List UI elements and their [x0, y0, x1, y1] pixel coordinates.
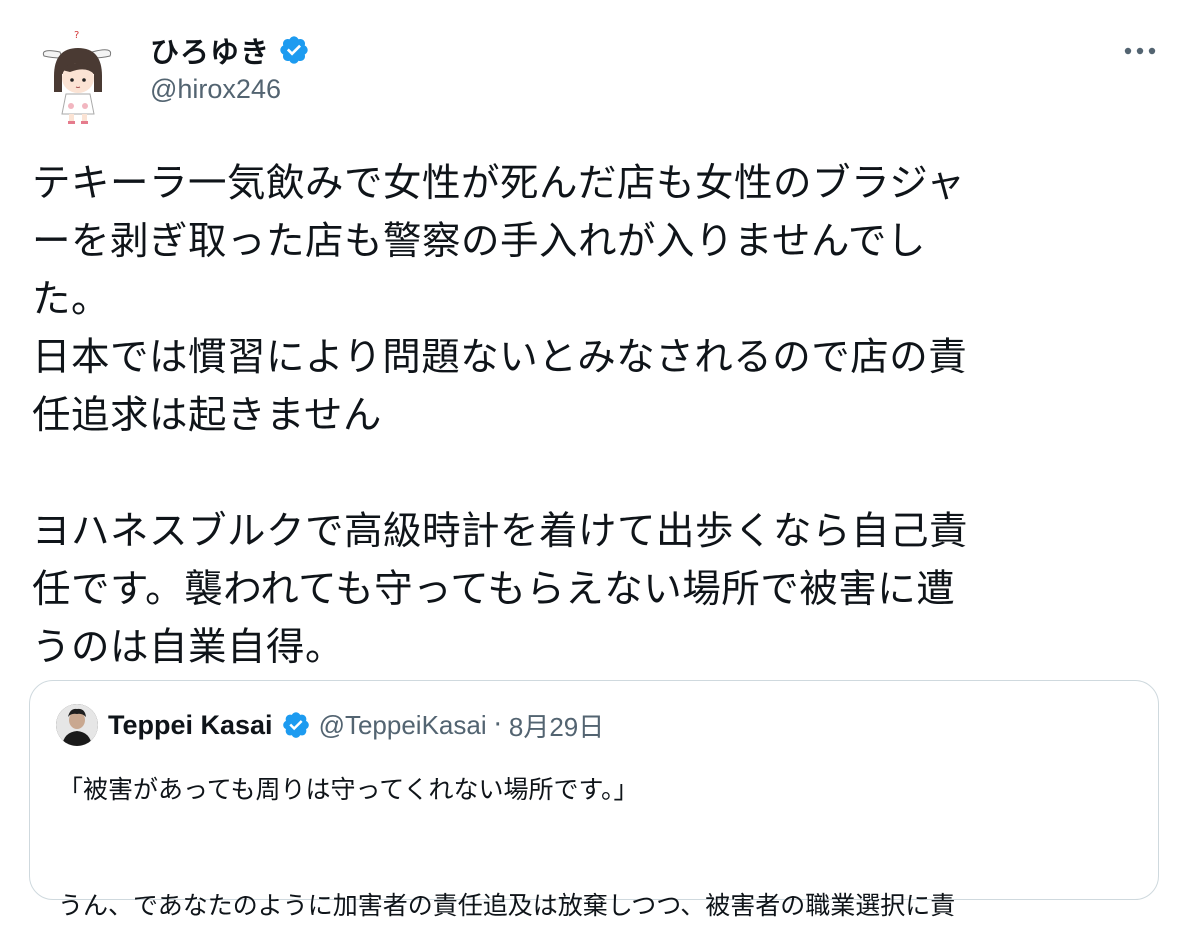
- separator-dot: ·: [493, 710, 502, 740]
- svg-text:?: ?: [74, 30, 79, 41]
- quoted-date[interactable]: 8月29日: [509, 707, 604, 744]
- user-handle[interactable]: @hirox246: [150, 74, 310, 105]
- more-horizontal-icon[interactable]: [1120, 36, 1160, 66]
- verified-badge-icon: [278, 34, 310, 66]
- tweet-text: テキーラ一気飲みで女性が死んだ店も女性のブラジャ ーを剥ぎ取った店も警察の手入れ…: [32, 161, 969, 670]
- quoted-tweet-header: Teppei Kasai @TeppeiKasai · 8月29日: [56, 703, 604, 747]
- verified-badge-icon: [281, 710, 311, 740]
- quoted-avatar[interactable]: [56, 704, 98, 746]
- tweet-header: ? ひろゆき @hirox246: [0, 0, 1192, 140]
- quoted-handle[interactable]: @TeppeiKasai: [319, 710, 487, 741]
- display-name-row: ひろゆき: [150, 28, 310, 72]
- quoted-tweet-text: 「被害があっても周りは守ってくれない場所です。」 うん、であなたのように加害者の…: [58, 775, 956, 920]
- avatar[interactable]: ?: [30, 30, 126, 126]
- quoted-display-name[interactable]: Teppei Kasai: [108, 710, 273, 741]
- display-name[interactable]: ひろゆき: [150, 29, 270, 71]
- user-names: ひろゆき @hirox246: [150, 28, 310, 105]
- quoted-tweet[interactable]: Teppei Kasai @TeppeiKasai · 8月29日 「被害があっ…: [29, 680, 1159, 920]
